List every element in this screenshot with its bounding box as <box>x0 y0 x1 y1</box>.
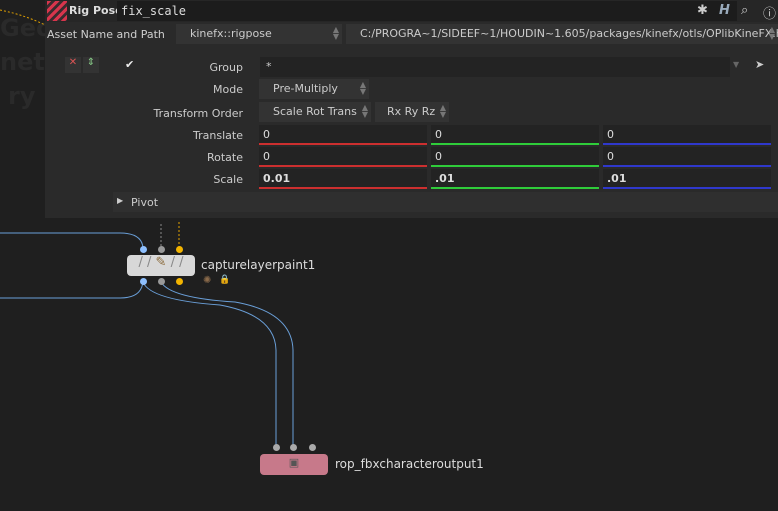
mode-select[interactable]: Pre-Multiply ▲ ▼ <box>259 79 369 99</box>
transform-order-label: Transform Order <box>153 107 243 120</box>
group-dropdown-icon[interactable]: ▼ <box>733 60 739 69</box>
asset-name-value: kinefx::rigpose <box>190 27 272 40</box>
transform-order-select[interactable]: Scale Rot Trans ▲ ▼ <box>259 102 371 122</box>
rotate-z[interactable]: 0 <box>603 147 771 167</box>
scale-x[interactable]: 0.01 <box>259 169 427 189</box>
node-name-input[interactable] <box>117 1 737 21</box>
houdini-help-icon[interactable]: H <box>719 3 730 18</box>
output-connector[interactable] <box>158 278 165 285</box>
rotate-x[interactable]: 0 <box>259 147 427 167</box>
input-connector[interactable] <box>176 246 183 253</box>
node-type-label: Rig Pose <box>69 4 123 17</box>
search-icon[interactable]: ⌕ <box>741 3 748 18</box>
input-connector[interactable] <box>290 444 297 451</box>
input-connector[interactable] <box>273 444 280 451</box>
output-connector[interactable] <box>140 278 147 285</box>
input-connector[interactable] <box>309 444 316 451</box>
translate-x[interactable]: 0 <box>259 125 427 145</box>
input-connector[interactable] <box>140 246 147 253</box>
asset-name-field[interactable]: kinefx::rigpose ▲ ▼ <box>176 24 342 44</box>
info-icon[interactable]: ⓘ <box>763 3 776 22</box>
rotation-order-select[interactable]: Rx Ry Rz ▲ ▼ <box>375 102 449 122</box>
expand-triangle-icon: ▶ <box>117 196 124 205</box>
expand-icon[interactable]: ⇕ <box>83 57 99 73</box>
capturelayerpaint-node[interactable]: / / ✎ / / <box>127 255 195 276</box>
scale-label: Scale <box>213 173 243 186</box>
asset-row: Asset Name and Path kinefx::rigpose ▲ ▼ C:… <box>45 23 778 45</box>
paint-brush-icon: ✎ <box>155 255 167 270</box>
group-value: * <box>266 60 272 73</box>
transform-order-value: Scale Rot Trans <box>273 105 357 118</box>
translate-label: Translate <box>193 129 243 142</box>
scale-y[interactable]: .01 <box>431 169 599 189</box>
rotate-label: Rotate <box>206 151 243 164</box>
mode-label: Mode <box>213 83 243 96</box>
rotate-y[interactable]: 0 <box>431 147 599 167</box>
delete-icon[interactable]: ✕ <box>65 57 81 73</box>
rig-pose-node-icon <box>47 1 67 21</box>
asset-path-field[interactable]: C:/PROGRA~1/SIDEEF~1/HOUDIN~1.605/packag… <box>346 24 778 44</box>
gear-icon[interactable]: ✱ <box>697 3 708 18</box>
translate-z[interactable]: 0 <box>603 125 771 145</box>
rop-node-label: rop_fbxcharacteroutput1 <box>335 457 484 471</box>
mode-value: Pre-Multiply <box>273 82 338 95</box>
cook-icon: ✺ <box>203 275 212 286</box>
pivot-label: Pivot <box>131 196 159 209</box>
rotation-order-value: Rx Ry Rz <box>387 105 436 118</box>
pivot-folder[interactable]: ▶ Pivot <box>113 192 778 212</box>
output-connector[interactable] <box>176 278 183 285</box>
select-arrow-icon[interactable]: ➤ <box>755 58 764 71</box>
input-connector[interactable] <box>158 246 165 253</box>
translate-y[interactable]: 0 <box>431 125 599 145</box>
rop-icon: ▣ <box>288 456 300 469</box>
group-label: Group <box>209 61 244 74</box>
asset-label: Asset Name and Path <box>47 28 165 41</box>
lock-icon: 🔒 <box>219 275 231 285</box>
capture-node-label: capturelayerpaint1 <box>201 258 316 272</box>
asset-path-value: C:/PROGRA~1/SIDEEF~1/HOUDIN~1.605/packag… <box>360 27 778 40</box>
parameter-header: Rig Pose ✱ H ⌕ ⓘ <box>45 0 778 22</box>
scale-z[interactable]: .01 <box>603 169 771 189</box>
group-input[interactable]: * <box>260 57 730 77</box>
parameter-panel: Rig Pose ✱ H ⌕ ⓘ Asset Name and Path kin… <box>45 0 778 218</box>
rop-fbx-node[interactable]: ▣ <box>260 454 328 475</box>
